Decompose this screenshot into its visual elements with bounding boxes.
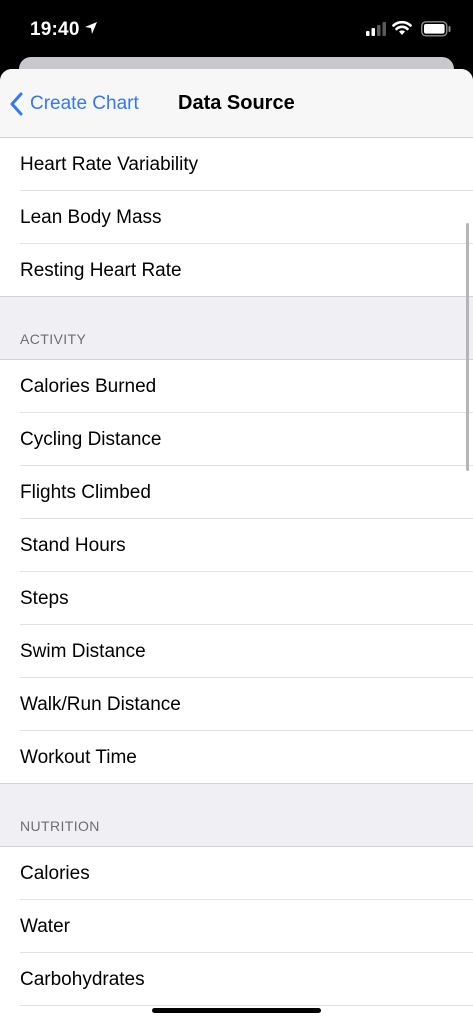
list-item-label: Calories Burned <box>20 376 157 397</box>
home-indicator[interactable] <box>152 1008 321 1013</box>
list-item-label: Water <box>20 916 70 937</box>
list-item-calories[interactable]: Calories <box>0 847 473 900</box>
section-header-label: ACTIVITY <box>20 331 87 347</box>
list-item-label: Swim Distance <box>20 641 146 662</box>
chevron-left-icon <box>10 92 23 116</box>
list-item-label: Walk/Run Distance <box>20 694 181 715</box>
section-header-label: NUTRITION <box>20 818 100 834</box>
back-button-label: Create Chart <box>30 93 139 114</box>
list-item-label: Flights Climbed <box>20 482 151 503</box>
list-item-swim-distance[interactable]: Swim Distance <box>0 625 473 678</box>
list-item-label: Carbohydrates <box>20 969 145 990</box>
list-item-lean-body-mass[interactable]: Lean Body Mass <box>0 191 473 244</box>
list-item-label: Cycling Distance <box>20 429 162 450</box>
section-header-activity: ACTIVITY <box>0 297 473 360</box>
list-item-resting-heart-rate[interactable]: Resting Heart Rate <box>0 244 473 297</box>
list-item-water[interactable]: Water <box>0 900 473 953</box>
page-title: Data Source <box>178 92 295 114</box>
location-arrow-icon <box>84 21 98 40</box>
row-divider <box>20 1005 473 1006</box>
list-item-label: Lean Body Mass <box>20 207 162 228</box>
navigation-bar: Create Chart Data Source <box>0 69 473 138</box>
list-item-label: Heart Rate Variability <box>20 154 199 175</box>
list-item-stand-hours[interactable]: Stand Hours <box>0 519 473 572</box>
list-item-label: Calories <box>20 863 90 884</box>
scrollbar[interactable] <box>466 223 469 471</box>
modal-sheet: Create Chart Data Source Heart Rate Vari… <box>0 69 473 1024</box>
list-item-walk-run-distance[interactable]: Walk/Run Distance <box>0 678 473 731</box>
phone-screen: 19:40 Create Chart Data Source Heart Rat… <box>0 0 473 1024</box>
section-header-nutrition: NUTRITION <box>0 784 473 847</box>
list-item-steps[interactable]: Steps <box>0 572 473 625</box>
list-item-workout-time[interactable]: Workout Time <box>0 731 473 784</box>
data-source-list: Heart Rate Variability Lean Body Mass Re… <box>0 138 473 1006</box>
battery-icon <box>421 21 451 42</box>
list-item-cycling-distance[interactable]: Cycling Distance <box>0 413 473 466</box>
list-item-label: Workout Time <box>20 747 137 768</box>
list-item-calories-burned[interactable]: Calories Burned <box>0 360 473 413</box>
list-item-label: Steps <box>20 588 69 609</box>
status-time: 19:40 <box>30 19 80 40</box>
cellular-signal-icon <box>366 22 386 41</box>
list-item-flights-climbed[interactable]: Flights Climbed <box>0 466 473 519</box>
list-item-label: Stand Hours <box>20 535 126 556</box>
back-button[interactable]: Create Chart <box>10 91 139 117</box>
wifi-icon <box>392 20 412 41</box>
list-item-heart-rate-variability[interactable]: Heart Rate Variability <box>0 138 473 191</box>
status-bar: 19:40 <box>0 0 473 58</box>
list-item-carbohydrates[interactable]: Carbohydrates <box>0 953 473 1006</box>
list-item-label: Resting Heart Rate <box>20 260 182 281</box>
